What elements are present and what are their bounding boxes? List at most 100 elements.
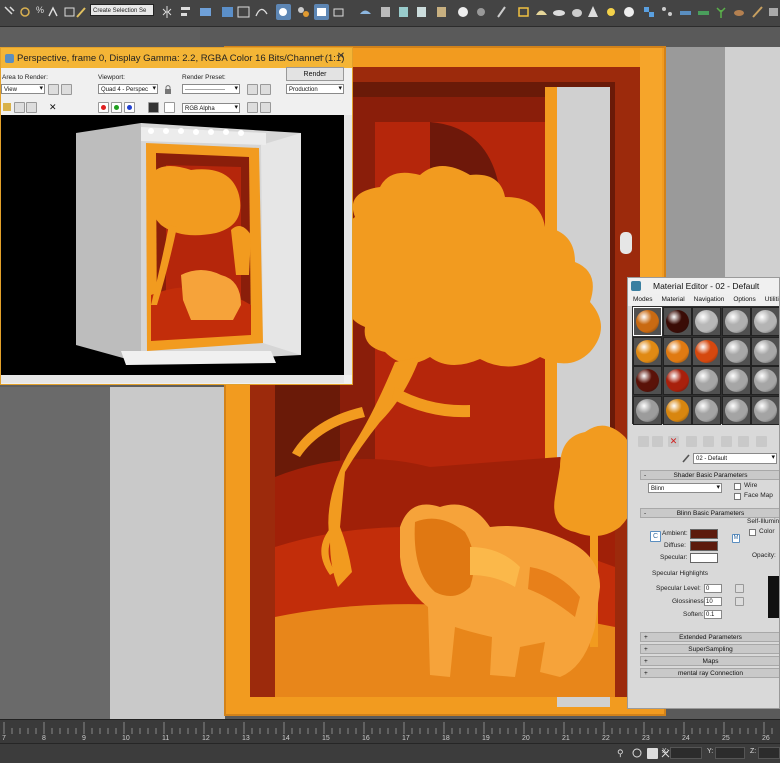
render-iterative-icon[interactable] bbox=[396, 4, 411, 20]
material-editor-title-bar[interactable]: Material Editor - 02 - Default bbox=[628, 278, 779, 295]
horizontal-scrollbar[interactable] bbox=[1, 375, 344, 383]
pencil-icon[interactable] bbox=[74, 4, 89, 20]
scene-explorer-icon[interactable] bbox=[220, 4, 235, 20]
lighting-icon[interactable] bbox=[456, 4, 471, 20]
background-color-swatch[interactable] bbox=[164, 102, 175, 113]
brush-icon[interactable] bbox=[750, 4, 765, 20]
isolate-selection-icon[interactable] bbox=[632, 748, 643, 759]
green-channel-toggle[interactable] bbox=[111, 102, 122, 113]
timeline-track[interactable]: 7 8 9 10 11 12 13 14 15 16 17 18 19 20 21 22 23 24 25 26 bbox=[0, 719, 780, 744]
sample-slot[interactable] bbox=[633, 395, 662, 425]
material-id-icon[interactable] bbox=[738, 436, 749, 447]
diffuse-color-swatch[interactable] bbox=[690, 541, 718, 551]
sample-slot[interactable] bbox=[692, 366, 721, 395]
extended-parameters-rollout[interactable]: Extended Parameters bbox=[640, 632, 779, 642]
viewport-dropdown[interactable]: Quad 4 - Perspec bbox=[98, 84, 158, 94]
put-to-scene-icon[interactable] bbox=[652, 436, 663, 447]
shader-type-dropdown[interactable]: Blinn bbox=[648, 483, 722, 493]
face-map-checkbox[interactable] bbox=[734, 493, 741, 500]
sample-slot[interactable] bbox=[751, 366, 779, 395]
blinn-basic-parameters-rollout[interactable]: Blinn Basic Parameters bbox=[640, 508, 779, 518]
select-link-icon[interactable] bbox=[2, 4, 17, 20]
self-illum-color-checkbox[interactable] bbox=[749, 529, 756, 536]
render-setup-small-icon[interactable] bbox=[247, 84, 258, 95]
maps-rollout[interactable]: Maps bbox=[640, 656, 779, 666]
sample-slot[interactable] bbox=[721, 336, 751, 366]
toggle-ui-icon[interactable] bbox=[247, 102, 258, 113]
sample-slot[interactable] bbox=[633, 307, 662, 336]
area-to-render-dropdown[interactable]: View bbox=[1, 84, 45, 94]
render-production-icon[interactable] bbox=[358, 4, 373, 20]
pin-icon[interactable]: ⚲ bbox=[617, 748, 628, 759]
percent-snap-icon[interactable]: % bbox=[36, 5, 44, 15]
active-shade-icon[interactable] bbox=[378, 4, 393, 20]
close-button[interactable]: ✕ bbox=[334, 50, 348, 64]
menu-material[interactable]: Material bbox=[662, 294, 685, 306]
supersampling-rollout[interactable]: SuperSampling bbox=[640, 644, 779, 654]
clone-window-icon[interactable] bbox=[26, 102, 37, 113]
sample-slot[interactable] bbox=[662, 307, 692, 336]
sample-slot[interactable] bbox=[662, 336, 692, 366]
selection-lock-icon[interactable] bbox=[647, 748, 658, 759]
wire-checkbox[interactable] bbox=[734, 483, 741, 490]
teapot-icon[interactable] bbox=[570, 4, 585, 20]
sample-slot[interactable] bbox=[721, 307, 751, 336]
render-button[interactable]: Render bbox=[286, 67, 344, 81]
sun-icon[interactable] bbox=[604, 4, 619, 20]
specular-level-spinner[interactable]: 0 bbox=[704, 584, 722, 593]
sample-slot[interactable] bbox=[751, 336, 779, 366]
align-icon[interactable] bbox=[178, 4, 193, 20]
vehicle-icon[interactable] bbox=[696, 4, 711, 20]
material-browser-icon[interactable] bbox=[434, 4, 449, 20]
soften-spinner[interactable]: 0.1 bbox=[704, 610, 722, 619]
y-coordinate-field[interactable] bbox=[715, 747, 745, 759]
render-frame-icon[interactable] bbox=[331, 4, 346, 20]
blue-channel-toggle[interactable] bbox=[124, 102, 135, 113]
render-setup-icon[interactable] bbox=[314, 4, 329, 20]
sample-slot[interactable] bbox=[662, 395, 692, 425]
environment-icon[interactable] bbox=[414, 4, 429, 20]
sample-slot[interactable] bbox=[692, 307, 721, 336]
minimize-button[interactable]: – bbox=[314, 50, 328, 64]
show-map-icon[interactable] bbox=[756, 436, 767, 447]
animal-icon[interactable] bbox=[732, 4, 747, 20]
rendered-frame-window[interactable]: Perspective, frame 0, Display Gamma: 2.2… bbox=[0, 47, 353, 385]
sample-slot[interactable] bbox=[662, 366, 692, 395]
copy-image-icon[interactable] bbox=[14, 102, 25, 113]
mental-ray-connection-rollout[interactable]: mental ray Connection bbox=[640, 668, 779, 678]
specular-level-map-button[interactable] bbox=[735, 584, 744, 593]
sample-slot[interactable] bbox=[692, 395, 721, 425]
tools-icon[interactable] bbox=[494, 4, 509, 20]
production-dropdown[interactable]: Production bbox=[286, 84, 344, 94]
sample-slot[interactable] bbox=[721, 395, 751, 425]
spinner-snap-icon[interactable] bbox=[46, 4, 61, 20]
cone-icon[interactable] bbox=[586, 4, 601, 20]
schematic-view-icon[interactable] bbox=[276, 4, 291, 20]
make-unique-icon[interactable] bbox=[721, 436, 732, 447]
more-tools-icon[interactable] bbox=[766, 4, 780, 20]
red-channel-toggle[interactable] bbox=[98, 102, 109, 113]
menu-options[interactable]: Options bbox=[733, 294, 755, 306]
glossiness-spinner[interactable]: 10 bbox=[704, 597, 722, 606]
sample-slot[interactable] bbox=[692, 336, 721, 366]
shader-basic-parameters-rollout[interactable]: Shader Basic Parameters bbox=[640, 470, 779, 480]
render-window-title-bar[interactable]: Perspective, frame 0, Display Gamma: 2.2… bbox=[1, 48, 352, 68]
curve-editor-icon[interactable] bbox=[254, 4, 269, 20]
ambient-color-swatch[interactable] bbox=[690, 529, 718, 539]
print-icon[interactable] bbox=[38, 102, 49, 113]
eyedropper-icon[interactable] bbox=[681, 453, 692, 464]
plane-icon[interactable] bbox=[552, 4, 567, 20]
material-editor-window[interactable]: Material Editor - 02 - Default Modes Mat… bbox=[627, 277, 780, 709]
plant-icon[interactable] bbox=[714, 4, 729, 20]
toggle-overlays-icon[interactable] bbox=[260, 102, 271, 113]
auto-region-icon[interactable] bbox=[61, 84, 72, 95]
ribbon-icon[interactable] bbox=[236, 4, 251, 20]
material-name-field[interactable]: 02 - Default bbox=[693, 453, 777, 464]
z-coordinate-field[interactable] bbox=[758, 747, 780, 759]
specular-color-swatch[interactable] bbox=[690, 553, 718, 563]
primitive-box-icon[interactable] bbox=[516, 4, 531, 20]
clear-icon[interactable]: ✕ bbox=[49, 102, 60, 113]
selection-set-dropdown[interactable]: Create Selection Se bbox=[90, 4, 154, 16]
sphere-icon[interactable] bbox=[622, 4, 637, 20]
lock-ambient-diffuse-button[interactable]: C bbox=[650, 531, 661, 542]
